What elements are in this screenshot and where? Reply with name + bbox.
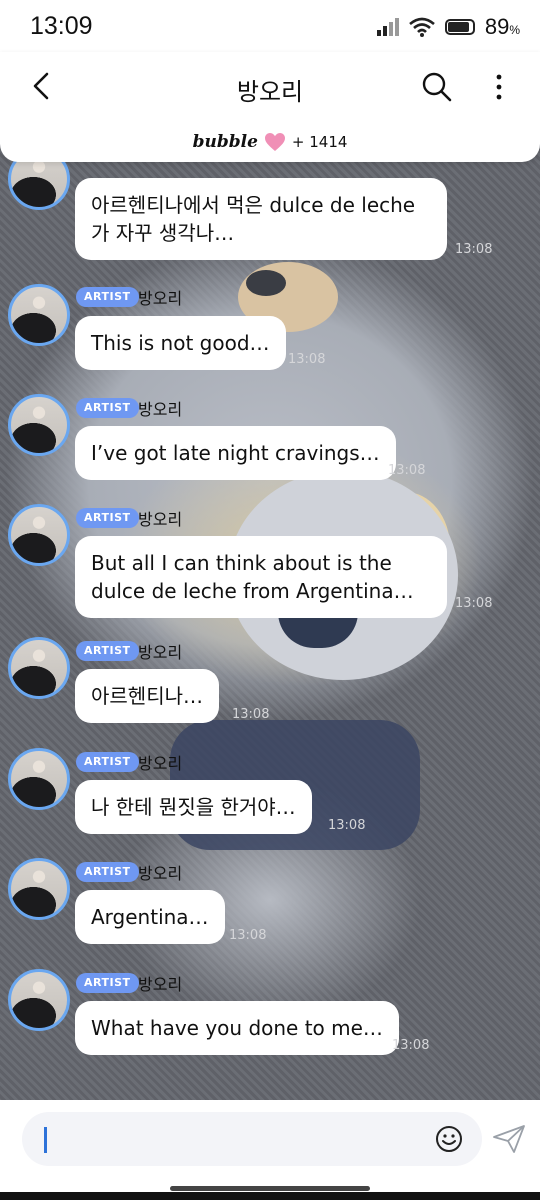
- avatar[interactable]: [8, 858, 70, 920]
- avatar[interactable]: [8, 969, 70, 1031]
- message-time: 13:08: [455, 596, 493, 611]
- avatar[interactable]: [8, 284, 70, 346]
- message-time: 13:08: [288, 352, 326, 367]
- avatar[interactable]: [8, 748, 70, 810]
- composer: [0, 1100, 540, 1192]
- status-time: 13:09: [30, 12, 93, 40]
- artist-badge: ARTIST: [76, 752, 139, 772]
- message-time: 13:08: [455, 242, 493, 257]
- send-icon[interactable]: [492, 1124, 526, 1154]
- sender-name: 방오리: [138, 975, 183, 994]
- message-bubble[interactable]: This is not good…: [75, 316, 286, 370]
- message-text: But all I can think about is the dulce d…: [91, 551, 414, 603]
- message-time: 13:08: [388, 463, 426, 478]
- artist-badge: ARTIST: [76, 287, 139, 307]
- wifi-icon: [409, 17, 435, 37]
- artist-badge: ARTIST: [76, 508, 139, 528]
- sender-name: 방오리: [138, 754, 183, 773]
- chat-header: 방오리 bubble + 1414: [0, 52, 540, 162]
- sender-name: 방오리: [138, 864, 183, 883]
- artist-badge: ARTIST: [76, 973, 139, 993]
- message-bubble[interactable]: 아르헨티나에서 먹은 dulce de leche 가 자꾸 생각나…: [75, 178, 447, 260]
- heart-icon: [264, 133, 285, 151]
- message-bubble[interactable]: 아르헨티나…: [75, 669, 219, 723]
- message-bubble[interactable]: 나 한테 뭔짓을 한거야…: [75, 780, 312, 834]
- message-time: 13:08: [229, 928, 267, 943]
- avatar[interactable]: [8, 637, 70, 699]
- message-text: 나 한테 뭔짓을 한거야…: [91, 795, 296, 819]
- artist-badge: ARTIST: [76, 641, 139, 661]
- bubble-logo: bubble: [192, 132, 258, 152]
- avatar[interactable]: [8, 394, 70, 456]
- message-bubble[interactable]: Argentina…: [75, 890, 225, 944]
- message-bubble[interactable]: I’ve got late night cravings…: [75, 426, 396, 480]
- status-bar: 13:09 89%: [0, 0, 540, 52]
- chat-title: 방오리: [236, 78, 304, 106]
- message-text: 아르헨티나에서 먹은 dulce de leche 가 자꾸 생각나…: [91, 193, 416, 245]
- sender-name: 방오리: [138, 400, 183, 419]
- message-bubble[interactable]: What have you done to me…: [75, 1001, 399, 1055]
- avatar[interactable]: [8, 504, 70, 566]
- signal-icon: [376, 18, 399, 36]
- artist-badge: ARTIST: [76, 862, 139, 882]
- home-indicator[interactable]: [170, 1186, 370, 1191]
- message-time: 13:08: [232, 707, 270, 722]
- message-text: Argentina…: [91, 905, 209, 929]
- artist-badge: ARTIST: [76, 398, 139, 418]
- message-time: 13:08: [392, 1038, 430, 1053]
- message-time: 13:08: [328, 818, 366, 833]
- message-text: I’ve got late night cravings…: [91, 441, 380, 465]
- message-text: What have you done to me…: [91, 1016, 383, 1040]
- battery-level: 89%: [484, 14, 520, 39]
- message-text: This is not good…: [91, 331, 270, 355]
- message-list: 아르헨티나에서 먹은 dulce de leche 가 자꾸 생각나… 13:0…: [0, 0, 540, 1100]
- more-icon[interactable]: [484, 68, 514, 106]
- sender-name: 방오리: [138, 289, 183, 308]
- navigation-bar: [0, 1192, 540, 1200]
- search-icon[interactable]: [418, 68, 456, 106]
- subscriber-row: bubble + 1414: [0, 132, 540, 152]
- message-input[interactable]: [22, 1112, 482, 1166]
- battery-icon: [444, 19, 475, 35]
- sender-name: 방오리: [138, 643, 183, 662]
- emoji-icon[interactable]: [434, 1124, 464, 1154]
- subscriber-count: + 1414: [291, 133, 348, 151]
- message-bubble[interactable]: But all I can think about is the dulce d…: [75, 536, 447, 618]
- text-caret: [44, 1127, 47, 1153]
- sender-name: 방오리: [138, 510, 183, 529]
- message-text: 아르헨티나…: [91, 684, 203, 708]
